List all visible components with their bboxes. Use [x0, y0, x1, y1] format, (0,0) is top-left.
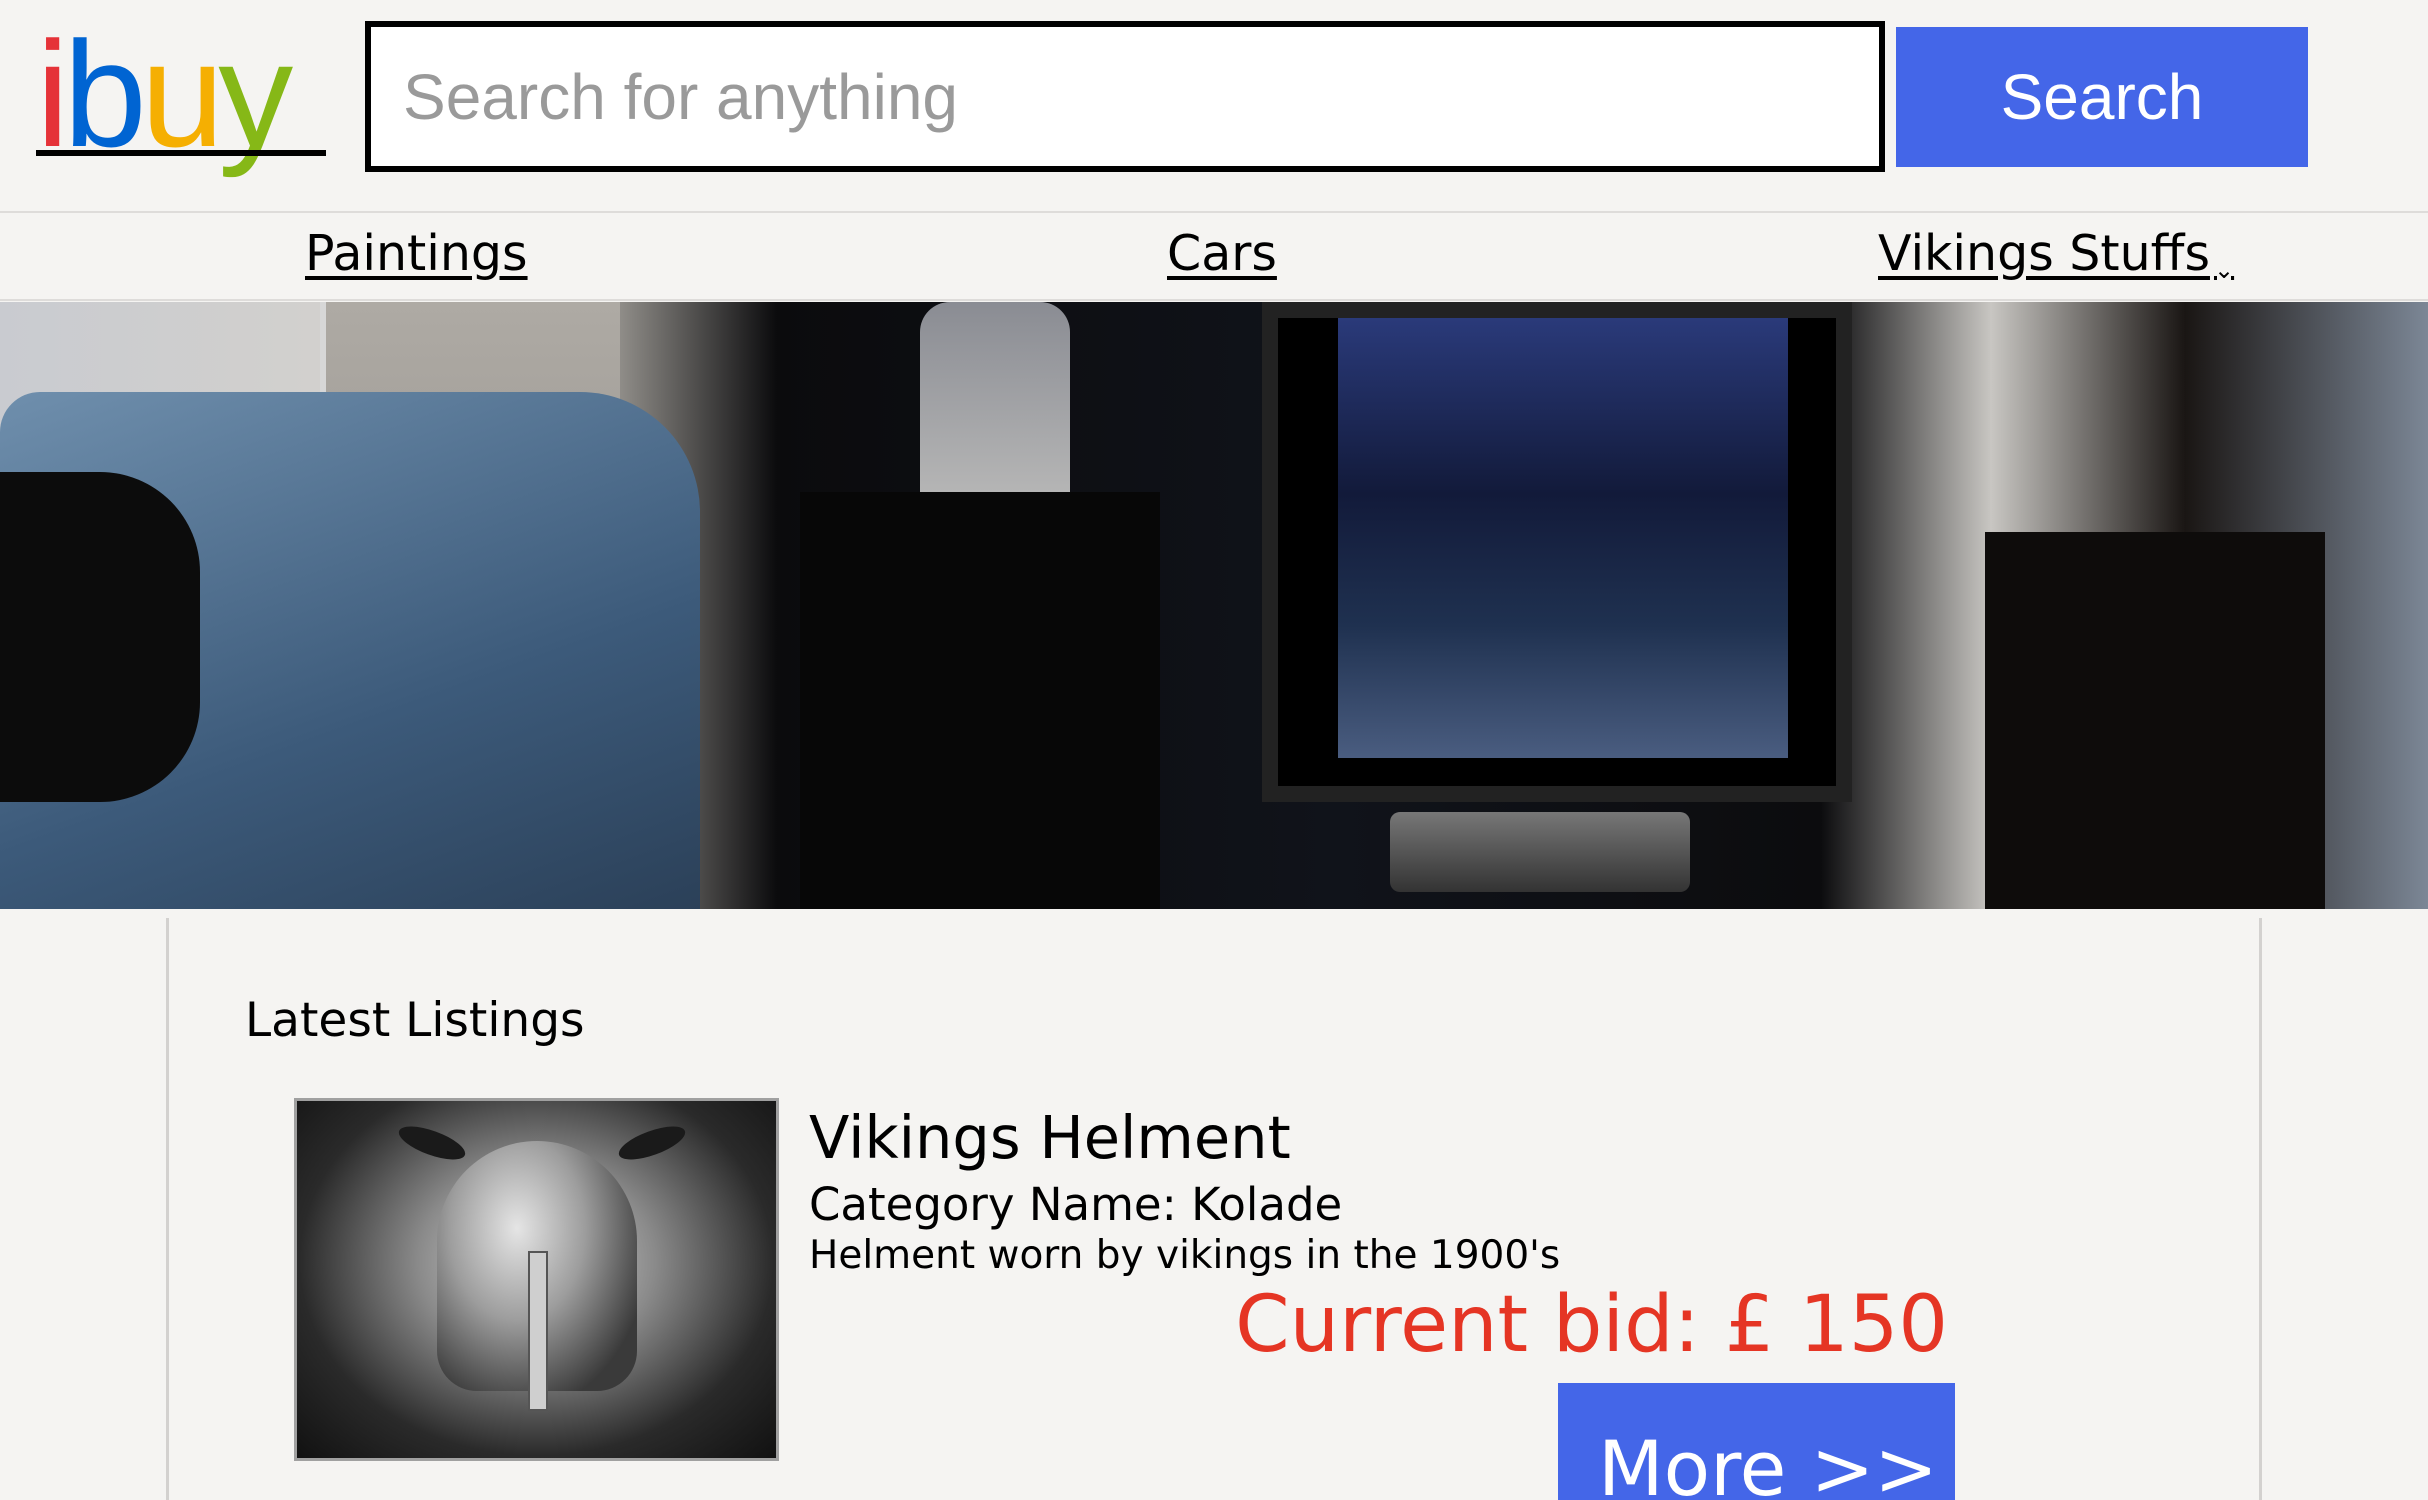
- hero-television: [1262, 302, 1852, 802]
- category-nav: Paintings Cars Vikings Stuffs ⌄: [0, 215, 2428, 301]
- logo-letter-i: i: [36, 10, 69, 178]
- nav-item-paintings[interactable]: Paintings: [305, 225, 528, 282]
- hero-tv-screen: [1338, 318, 1788, 758]
- hero-tv-stand: [1390, 812, 1690, 892]
- listing-category: Category Name: Kolade: [809, 1178, 1343, 1231]
- hero-cushion: [0, 472, 200, 802]
- hero-cabinet-right: [1985, 532, 2325, 909]
- search-input[interactable]: [365, 21, 1885, 172]
- nav-item-cars[interactable]: Cars: [1167, 225, 1277, 282]
- listing-description: Helment worn by vikings in the 1900's: [809, 1233, 1561, 1278]
- hero-banner: [0, 302, 2428, 909]
- nav-item-vikings-stuffs-label: Vikings Stuffs: [1878, 225, 2210, 282]
- raven-right-icon: [615, 1119, 689, 1167]
- listing-image[interactable]: [294, 1098, 779, 1461]
- listing-current-bid: Current bid: £ 150: [1235, 1280, 1948, 1370]
- chevron-down-icon: ⌄: [2213, 256, 2235, 284]
- logo-letter-y: y: [218, 10, 293, 178]
- main-content: Latest Listings Vikings Helment Category…: [166, 918, 2262, 1500]
- nav-item-vikings-stuffs[interactable]: Vikings Stuffs ⌄: [1878, 225, 2234, 284]
- more-button[interactable]: More >>: [1558, 1383, 1955, 1500]
- site-header: ibuy Search: [0, 0, 2428, 213]
- logo-letter-b: b: [63, 10, 146, 178]
- raven-left-icon: [395, 1119, 469, 1167]
- hero-cabinet-left: [800, 492, 1160, 909]
- hero-vase: [920, 302, 1070, 492]
- helmet-nose-guard: [528, 1251, 548, 1411]
- search-button[interactable]: Search: [1896, 27, 2308, 167]
- logo-underline: [36, 150, 326, 156]
- section-title: Latest Listings: [245, 993, 585, 1048]
- listing-title[interactable]: Vikings Helment: [809, 1103, 1291, 1172]
- ibuy-logo[interactable]: ibuy: [36, 4, 293, 184]
- logo-letter-u: u: [140, 10, 224, 178]
